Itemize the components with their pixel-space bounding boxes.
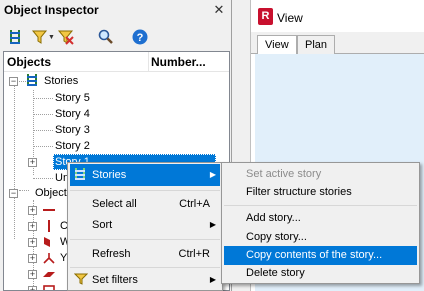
collapse-icon[interactable]: − bbox=[9, 189, 18, 198]
tab-view[interactable]: View bbox=[257, 35, 297, 55]
view-title: View bbox=[277, 11, 303, 25]
submenu-arrow-icon: ▶ bbox=[209, 170, 216, 179]
inspector-title: Object Inspector bbox=[4, 3, 99, 17]
tree-connector bbox=[33, 98, 53, 99]
help-icon[interactable]: ? bbox=[131, 28, 149, 46]
filter-icon bbox=[73, 272, 89, 291]
stories-icon bbox=[26, 73, 38, 92]
tree-node-story[interactable]: Story 4 bbox=[55, 106, 90, 122]
menu-separator bbox=[70, 190, 220, 191]
menu-separator bbox=[70, 239, 220, 240]
tree-node-object-type[interactable]: + bbox=[28, 202, 68, 218]
menu-item-copy-story[interactable]: Copy story... bbox=[224, 228, 417, 247]
menu-item-label: Stories bbox=[92, 169, 127, 181]
menu-item-stories[interactable]: Stories ▶ bbox=[70, 164, 220, 186]
menu-item-sort[interactable]: Sort ▶ bbox=[70, 214, 220, 236]
search-icon[interactable] bbox=[97, 28, 115, 46]
clear-filter-icon[interactable] bbox=[57, 28, 75, 46]
expand-icon[interactable]: + bbox=[28, 270, 37, 279]
menu-item-copy-contents[interactable]: Copy contents of the story... bbox=[224, 246, 417, 265]
app-logo-icon: R bbox=[258, 8, 273, 25]
tree-node-story[interactable]: Story 5 bbox=[55, 90, 90, 106]
inspector-titlebar: Object Inspector ✕ bbox=[0, 0, 232, 22]
menu-item-label: Set active story bbox=[246, 168, 322, 180]
tree-connector bbox=[14, 84, 15, 239]
stories-icon bbox=[74, 167, 86, 189]
tree-node-stories[interactable]: − Stories bbox=[9, 73, 89, 89]
menu-item-shortcut: Ctrl+R bbox=[178, 248, 210, 260]
menu-item-filter-stories[interactable]: Filter structure stories bbox=[224, 183, 417, 202]
menu-item-label: Copy contents of the story... bbox=[246, 249, 383, 261]
tab-plan[interactable]: Plan bbox=[297, 35, 336, 54]
filter-dropdown-icon[interactable]: ▼ bbox=[48, 34, 55, 41]
menu-item-label: Select all bbox=[92, 198, 137, 210]
stories-submenu: Set active story Filter structure storie… bbox=[221, 162, 420, 284]
menu-item-label: Filter structure stories bbox=[246, 186, 352, 198]
tree-connector bbox=[33, 114, 53, 115]
inspector-toolbar: ▼ ? bbox=[0, 24, 232, 50]
expand-icon[interactable]: + bbox=[28, 254, 37, 263]
menu-item-add-story[interactable]: Add story... bbox=[224, 209, 417, 228]
tree-node-story[interactable]: Story 3 bbox=[55, 122, 90, 138]
menu-separator bbox=[70, 267, 220, 268]
view-titlebar: R View bbox=[251, 0, 424, 32]
tree-connector bbox=[33, 130, 53, 131]
menu-item-label: Sort bbox=[92, 219, 113, 231]
menu-item-refresh[interactable]: Refresh Ctrl+R bbox=[70, 243, 220, 265]
column-header-number[interactable]: Number... bbox=[151, 55, 206, 69]
expand-icon[interactable]: + bbox=[28, 286, 37, 290]
tree-node-story[interactable]: Story 2 bbox=[55, 138, 90, 154]
tree-node-object-type[interactable]: + Y bbox=[28, 250, 68, 266]
tree-node-object-type[interactable]: + W bbox=[28, 234, 70, 250]
menu-item-shortcut: Ctrl+A bbox=[179, 198, 210, 210]
menu-item-delete-story[interactable]: Delete story bbox=[224, 264, 417, 283]
opening-icon bbox=[42, 284, 56, 290]
stories-tool-icon[interactable] bbox=[7, 28, 25, 46]
submenu-arrow-icon: ▶ bbox=[209, 275, 216, 284]
column-separator[interactable] bbox=[148, 52, 149, 72]
tree-node-label: Stories bbox=[44, 75, 79, 87]
view-tab-strip: View Plan bbox=[251, 32, 424, 55]
expand-icon[interactable]: + bbox=[28, 238, 37, 247]
menu-separator bbox=[224, 205, 417, 206]
menu-item-label: Copy story... bbox=[246, 231, 307, 243]
menu-item-set-active-story[interactable]: Set active story bbox=[224, 165, 417, 184]
collapse-icon[interactable]: − bbox=[9, 77, 18, 86]
expand-icon[interactable]: + bbox=[28, 222, 37, 231]
filter-icon[interactable] bbox=[31, 28, 49, 46]
menu-item-label: Add story... bbox=[246, 212, 301, 224]
submenu-arrow-icon: ▶ bbox=[209, 220, 216, 229]
menu-item-label: Set filters bbox=[92, 274, 138, 286]
tree-connector bbox=[33, 178, 53, 179]
tree-node-object-type[interactable]: + C bbox=[28, 218, 68, 234]
expand-icon[interactable]: + bbox=[28, 158, 37, 167]
svg-text:?: ? bbox=[137, 32, 144, 44]
menu-item-label: Refresh bbox=[92, 248, 131, 260]
tree-connector bbox=[33, 146, 53, 147]
close-icon[interactable]: ✕ bbox=[212, 3, 226, 17]
column-header-objects[interactable]: Objects bbox=[7, 55, 51, 69]
menu-item-label: Delete story bbox=[246, 267, 305, 279]
tree-node-object-type[interactable]: + bbox=[28, 282, 68, 290]
context-menu: Stories ▶ Select all Ctrl+A Sort ▶ Refre… bbox=[67, 162, 223, 291]
menu-item-select-all[interactable]: Select all Ctrl+A bbox=[70, 193, 220, 215]
tree-node-object-type[interactable]: + bbox=[28, 266, 68, 282]
expand-icon[interactable]: + bbox=[28, 206, 37, 215]
menu-item-set-filters[interactable]: Set filters ▶ bbox=[70, 269, 220, 291]
tree-header: Objects Number... bbox=[4, 52, 229, 72]
